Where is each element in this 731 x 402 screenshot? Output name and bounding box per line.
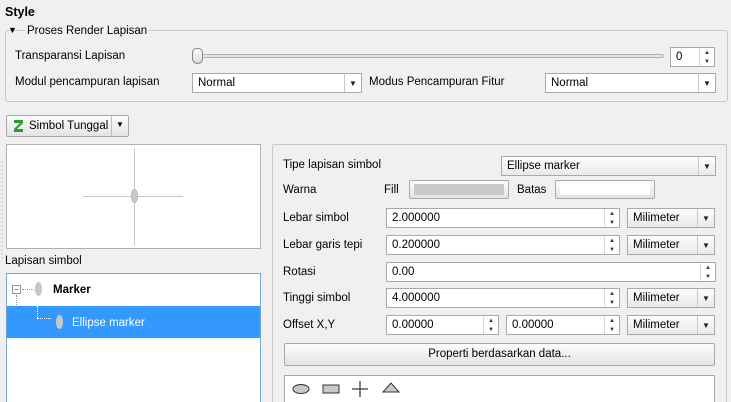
rectangle-icon[interactable] [321,382,341,396]
spin-down-icon[interactable]: ▼ [484,325,498,334]
width-unit-select[interactable]: Milimeter ▼ [627,208,715,228]
chevron-down-icon: ▼ [697,209,714,227]
layer-type-select[interactable]: Ellipse marker ▼ [501,156,716,176]
width-label: Lebar simbol [283,212,349,224]
spin-down-icon[interactable]: ▼ [605,298,619,307]
stroke-width-unit-select[interactable]: Milimeter ▼ [627,235,715,255]
stroke-color-button[interactable] [555,180,655,199]
color-label: Warna [283,184,317,196]
chevron-down-icon: ▼ [697,289,714,307]
rotation-spinbox[interactable]: 0.00 ▲ ▼ [386,262,716,282]
offset-y-spinbox[interactable]: 0.00000 ▲ ▼ [506,315,620,335]
width-unit-value: Milimeter [633,212,680,224]
chevron-down-icon: ▼ [698,74,715,92]
spin-up-icon[interactable]: ▲ [605,209,619,218]
height-unit-select[interactable]: Milimeter ▼ [627,288,715,308]
height-spinbox[interactable]: 4.000000 ▲ ▼ [386,288,620,308]
stroke-width-spinbox[interactable]: 0.200000 ▲ ▼ [386,235,620,255]
stroke-width-label: Lebar garis tepi [283,239,363,251]
chevron-down-icon: ▼ [698,157,715,175]
marker-layer-icon [35,282,42,296]
symbol-layers-label: Lapisan simbol [5,255,82,267]
spin-down-icon[interactable]: ▼ [605,218,619,227]
chevron-down-icon: ▼ [344,74,361,92]
data-defined-properties-button[interactable]: Properti berdasarkan data... [284,343,715,366]
width-value: 2.000000 [392,212,440,224]
spin-down-icon[interactable]: ▼ [700,57,714,66]
offset-unit-value: Milimeter [633,319,680,331]
offset-label: Offset X,Y [283,319,336,331]
blend-layer-label: Modul pencampuran lapisan [15,76,160,88]
renderer-select-button[interactable]: Simbol Tunggal ▼ [6,115,129,137]
rotation-value: 0.00 [392,266,415,278]
stroke-width-unit-value: Milimeter [633,239,680,251]
symbol-layer-tree[interactable]: − Marker Ellipse marker [6,273,261,402]
tree-branch-line [22,289,34,290]
offset-x-value: 0.00000 [392,319,434,331]
stroke-color-swatch [560,184,650,195]
height-value: 4.000000 [392,292,440,304]
offset-unit-select[interactable]: Milimeter ▼ [627,315,715,335]
dropdown-divider [111,116,112,136]
blend-layer-select[interactable]: Normal ▼ [192,73,362,93]
transparency-slider[interactable] [194,54,664,58]
transparency-value: 0 [676,51,683,63]
shape-list[interactable] [284,375,715,402]
ellipse-layer-icon [56,315,63,329]
height-label: Tinggi simbol [283,292,351,304]
spin-up-icon[interactable]: ▲ [700,48,714,57]
preview-marker-icon [131,189,138,203]
triangle-icon[interactable] [381,381,401,395]
blend-feature-label: Modus Pencampuran Fitur [369,76,505,88]
spin-down-icon[interactable]: ▼ [701,272,715,281]
spin-up-icon[interactable]: ▲ [605,316,619,325]
tree-expand-icon[interactable]: − [12,285,21,294]
tree-branch-line [37,318,51,319]
tree-item-marker[interactable]: Marker [53,284,91,296]
spin-up-icon[interactable]: ▲ [484,316,498,325]
offset-x-spinbox[interactable]: 0.00000 ▲ ▼ [386,315,499,335]
transparency-label: Transparansi Lapisan [15,50,126,62]
tree-item-ellipse[interactable]: Ellipse marker [72,317,145,329]
single-symbol-icon [13,119,24,133]
ellipse-icon[interactable] [291,382,311,396]
fill-label: Fill [384,184,399,196]
layer-type-value: Ellipse marker [507,160,580,172]
stroke-label: Batas [517,184,547,196]
symbol-preview [6,144,261,249]
offset-y-value: 0.00000 [512,319,554,331]
render-group-title: Proses Render Lapisan [25,25,150,37]
spin-up-icon[interactable]: ▲ [605,289,619,298]
chevron-down-icon: ▼ [697,236,714,254]
spin-up-icon[interactable]: ▲ [701,263,715,272]
section-title: Style [5,5,35,19]
transparency-spinbox[interactable]: 0 ▲ ▼ [670,47,715,67]
fill-color-button[interactable] [409,180,509,199]
transparency-slider-handle[interactable] [192,48,203,64]
cross-icon[interactable] [351,380,369,398]
blend-feature-value: Normal [551,77,589,89]
chevron-down-icon[interactable]: ▼ [116,120,124,129]
fill-color-swatch [414,184,504,195]
height-unit-value: Milimeter [633,292,680,304]
spin-down-icon[interactable]: ▼ [605,325,619,334]
layer-type-label: Tipe lapisan simbol [283,159,382,171]
tree-branch-line [37,306,38,318]
splitter-handle[interactable] [1,160,3,260]
renderer-label: Simbol Tunggal [29,120,109,132]
chevron-down-icon: ▼ [697,316,714,334]
blend-layer-value: Normal [198,77,236,89]
data-defined-properties-label: Properti berdasarkan data... [428,348,571,360]
spin-up-icon[interactable]: ▲ [605,236,619,245]
spin-down-icon[interactable]: ▼ [605,245,619,254]
rotation-label: Rotasi [283,266,316,278]
width-spinbox[interactable]: 2.000000 ▲ ▼ [386,208,620,228]
stroke-width-value: 0.200000 [392,239,440,251]
collapse-arrow-icon[interactable]: ▼ [8,25,20,37]
blend-feature-select[interactable]: Normal ▼ [545,73,716,93]
